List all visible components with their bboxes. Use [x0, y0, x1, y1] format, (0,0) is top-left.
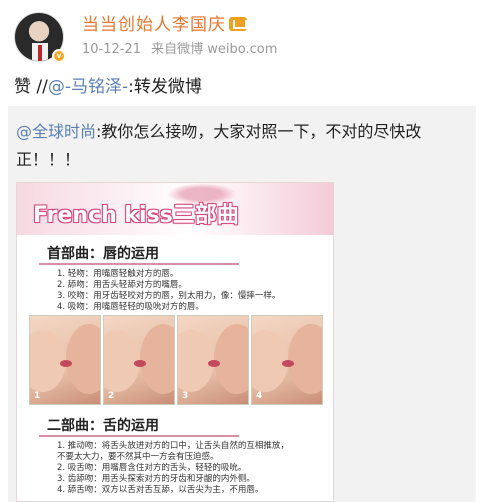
repost-text: 赞 //@-马铭泽-:转发微博: [14, 72, 202, 97]
section2-list: 1. 推动吻：将舌头放进对方的口中，让舌头自然的互相推放， 不要太大力，要不然其…: [57, 441, 327, 496]
section2-item: 不要太大力，要不然其中一方会有压迫感。: [57, 452, 219, 462]
section2-item: 4. 舔舌吻：双方以舌对舌互舔，以舌尖为主，不用唇。: [57, 485, 264, 495]
photo-number: 1: [34, 391, 41, 401]
photo-lips: [208, 360, 220, 367]
post-date[interactable]: 10-12-21: [82, 42, 141, 57]
kiss-photo-strip: 1 2 3 4: [29, 315, 325, 405]
section2-item: 3. 齿舔吻：用舌头探索对方的牙齿和牙龈的内外侧。: [57, 474, 255, 484]
original-mention-link[interactable]: @全球时尚: [16, 122, 96, 141]
photo-face: [66, 324, 100, 394]
photo-face: [288, 324, 322, 394]
kiss-photo: 4: [251, 315, 323, 405]
photo-lips: [134, 360, 146, 367]
section1-divider: [39, 263, 239, 265]
repost-prefix: 赞 //: [14, 77, 48, 97]
kiss-photo: 1: [29, 315, 101, 405]
section1-item: 3. 咬吻：用牙齿轻咬对方的唇，别太用力，像：慢摔一样。: [57, 291, 281, 301]
repost-mention-link[interactable]: @-马铭泽-: [48, 77, 128, 97]
photo-number: 2: [108, 391, 115, 401]
section1-item: 1. 轻吻：用嘴唇轻触对方的唇。: [57, 269, 179, 279]
photo-lips: [60, 360, 72, 367]
photo-number: 3: [182, 391, 189, 401]
image-banner-title: French kiss三部曲: [33, 203, 239, 228]
section2-divider: [39, 435, 239, 437]
photo-lips: [282, 360, 294, 367]
section1-title: 首部曲：唇的运用: [47, 246, 159, 262]
repost-suffix: :转发微博: [128, 77, 202, 97]
section1-item: 2. 舔吻：用舌头轻舔对方的嘴唇。: [57, 280, 187, 290]
post-image[interactable]: French kiss三部曲 首部曲：唇的运用 1. 轻吻：用嘴唇轻触对方的唇。…: [16, 182, 334, 502]
username-text[interactable]: 当当创始人李国庆: [82, 15, 226, 35]
kiss-photo: 2: [103, 315, 175, 405]
section2-item: 2. 吸舌吻：用嘴唇含住对方的舌头，轻轻的吸吮。: [57, 463, 247, 473]
original-post-quote[interactable]: @全球时尚:教你怎么接吻，大家对照一下，不对的尽快改正！！！ French ki…: [8, 106, 476, 502]
verified-badge-icon: v: [52, 49, 66, 63]
post-meta: 10-12-21 来自微博 weibo.com: [82, 38, 283, 57]
post-source: 来自微博 weibo.com: [151, 42, 278, 57]
photo-face: [214, 324, 248, 394]
section1-list: 1. 轻吻：用嘴唇轻触对方的唇。 2. 舔吻：用舌头轻舔对方的嘴唇。 3. 咬吻…: [57, 269, 327, 313]
username-link[interactable]: 当当创始人李国庆: [82, 10, 247, 35]
photo-face: [140, 324, 174, 394]
kiss-photo: 3: [177, 315, 249, 405]
image-banner: French kiss三部曲: [17, 183, 333, 235]
section2-item: 1. 推动吻：将舌头放进对方的口中，让舌头自然的互相推放，: [57, 441, 289, 451]
post-header: v 当当创始人李国庆 10-12-21 来自微博 weibo.com: [14, 8, 474, 63]
section2-title: 二部曲：舌的运用: [47, 418, 159, 434]
member-crown-icon: [229, 17, 247, 31]
section1-item: 4. 吸吻：用嘴唇轻轻的吸吮对方的唇。: [57, 302, 204, 312]
avatar-tie: [38, 45, 42, 61]
original-post-text: @全球时尚:教你怎么接吻，大家对照一下，不对的尽快改正！！！: [16, 118, 468, 174]
photo-number: 4: [256, 391, 263, 401]
